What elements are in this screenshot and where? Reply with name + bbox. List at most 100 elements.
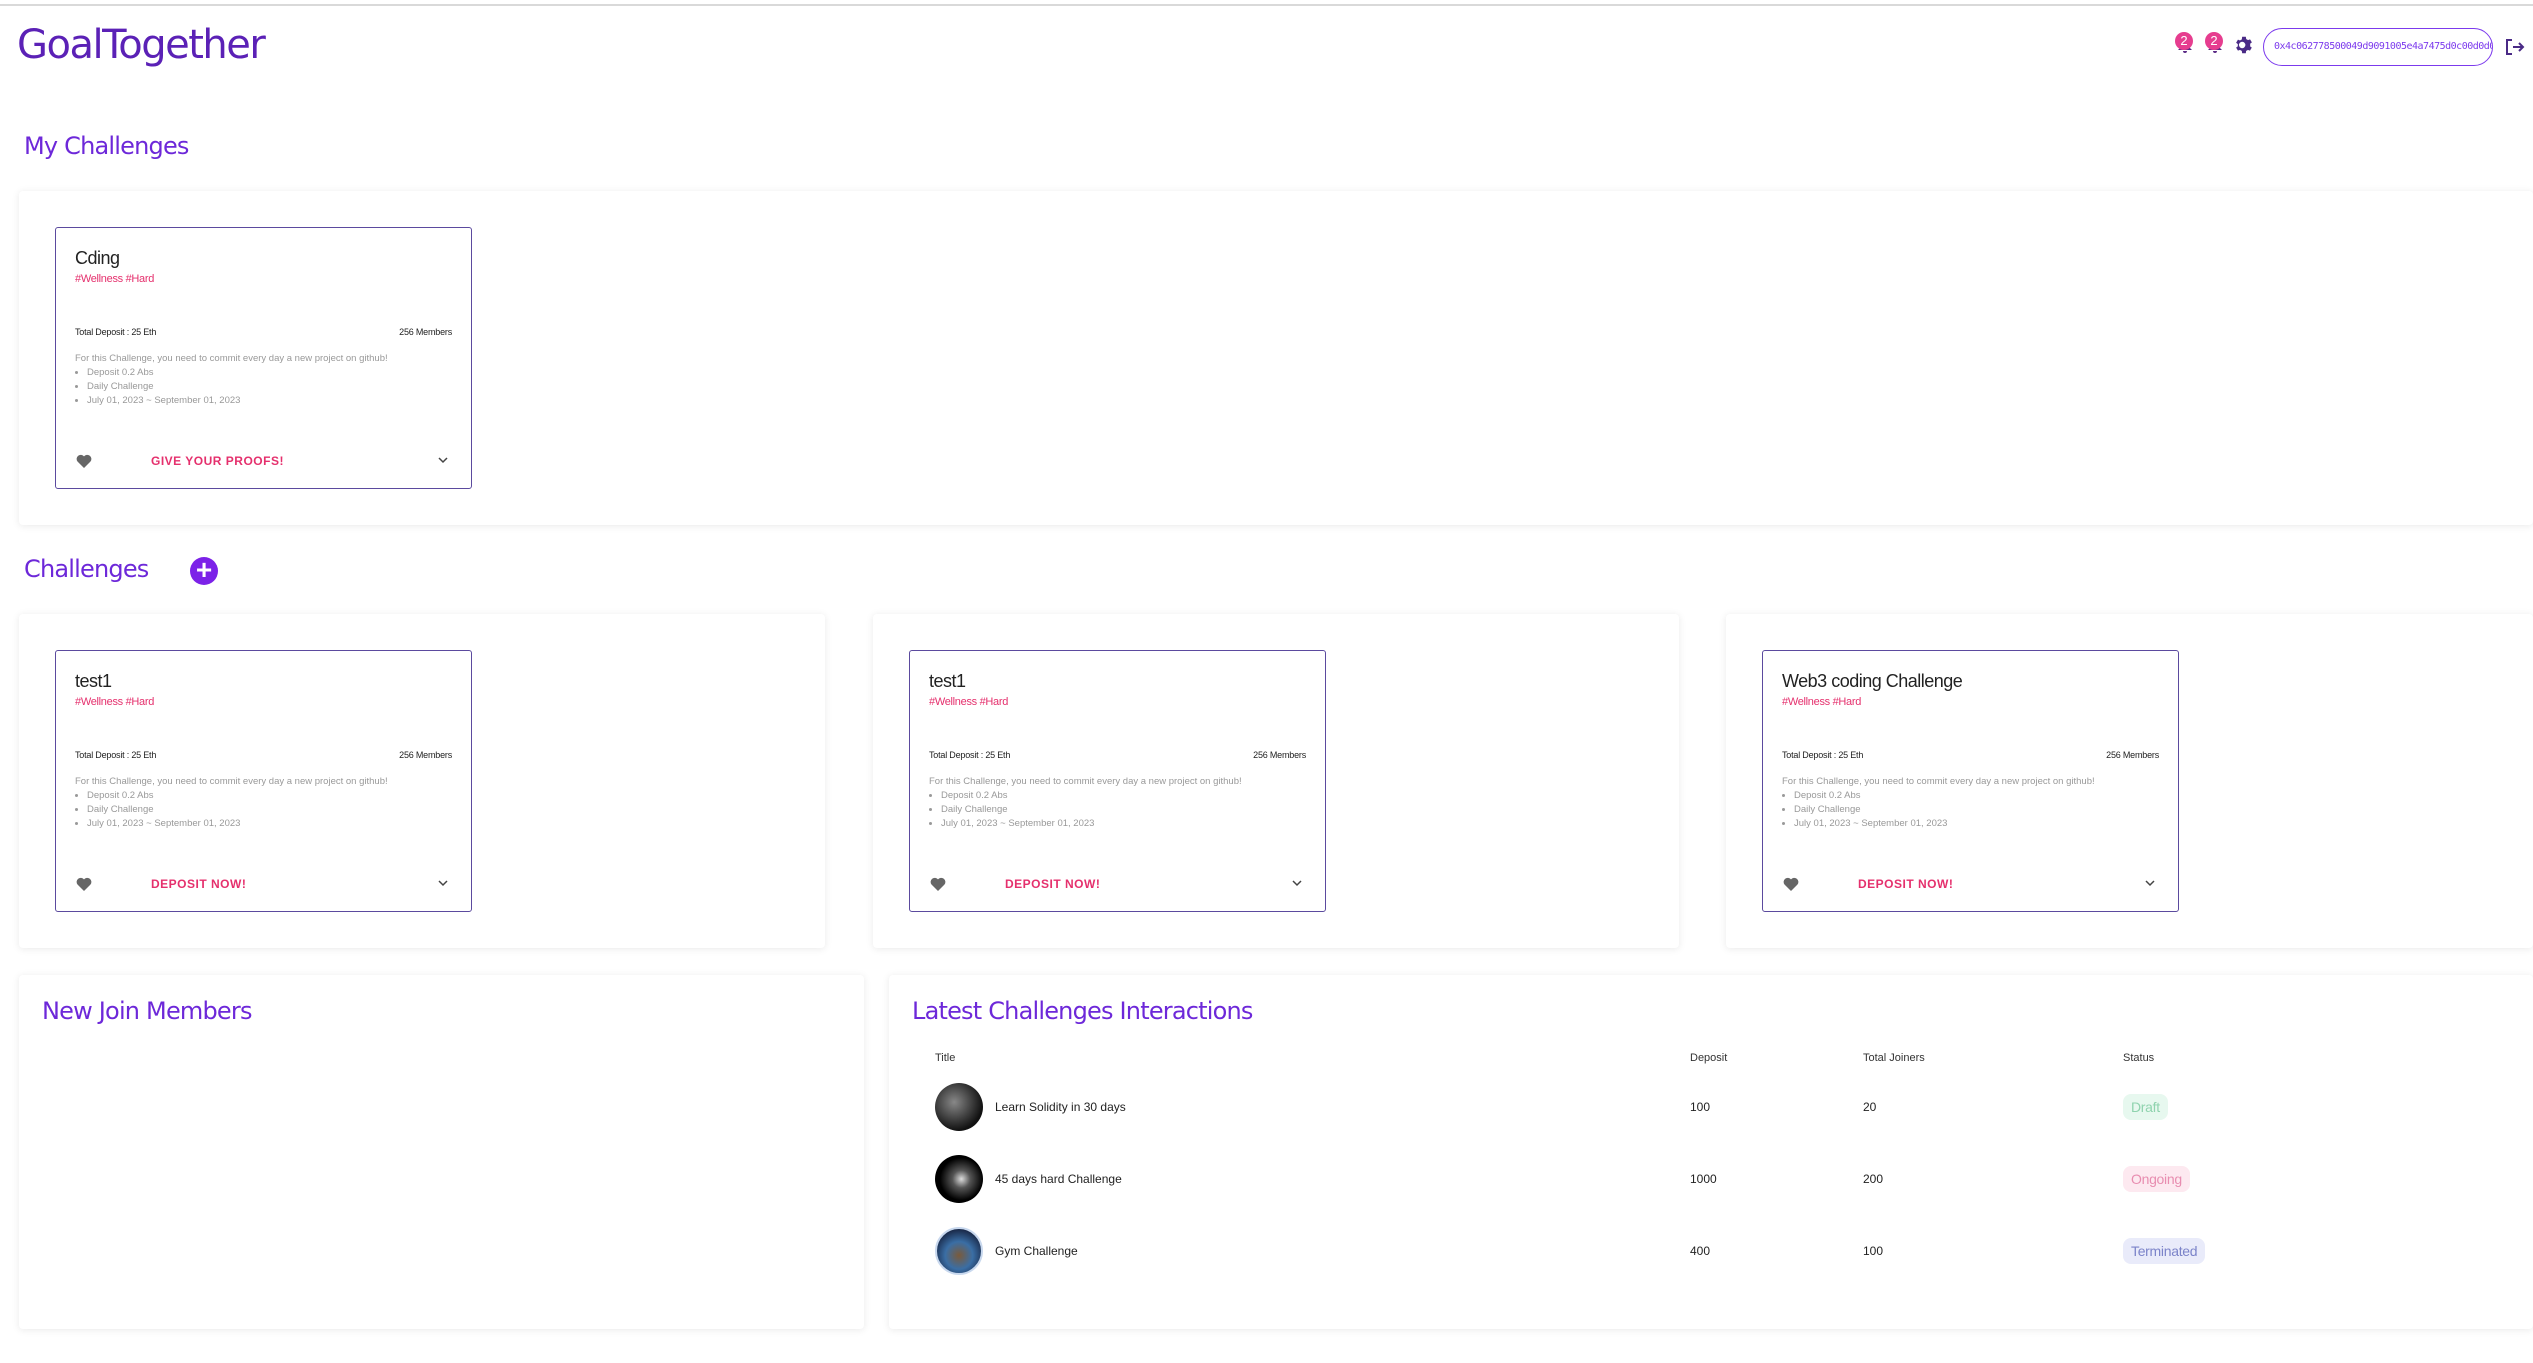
row-joiners: 20 [1863, 1100, 1877, 1114]
row-joiners: 100 [1863, 1244, 1884, 1258]
notification-badge: 2 [2205, 32, 2223, 50]
new-join-members-panel: New Join Members [19, 975, 864, 1329]
deposit-now-button[interactable]: DEPOSIT NOW! [1005, 877, 1100, 891]
card-total-deposit: Total Deposit : 25 Eth [929, 750, 1011, 760]
card-tags: #Wellness #Hard [929, 696, 1009, 708]
card-bullet: July 01, 2023 ~ September 01, 2023 [1794, 817, 2162, 831]
challenges-title: Challenges [24, 555, 149, 583]
card-bullets: Deposit 0.2 Abs Daily Challenge July 01,… [87, 789, 455, 831]
challenge-card[interactable]: Web3 coding Challenge #Wellness #Hard To… [1762, 650, 2179, 912]
challenge-panel-1: test1 #Wellness #Hard Total Deposit : 25… [19, 614, 825, 948]
card-bullet: Daily Challenge [1794, 803, 2162, 817]
status-badge: Draft [2123, 1094, 2168, 1120]
challenge-card[interactable]: Cding #Wellness #Hard Total Deposit : 25… [55, 227, 472, 489]
card-bullet: Deposit 0.2 Abs [87, 789, 455, 803]
latest-interactions-title: Latest Challenges Interactions [912, 997, 1253, 1025]
card-description: For this Challenge, you need to commit e… [75, 775, 455, 831]
card-tags: #Wellness #Hard [75, 273, 155, 285]
challenge-card[interactable]: test1 #Wellness #Hard Total Deposit : 25… [55, 650, 472, 912]
add-challenge-button[interactable]: + [190, 556, 218, 585]
challenge-avatar [935, 1155, 983, 1203]
table-row[interactable]: 45 days hard Challenge 1000 200 Ongoing [935, 1143, 2323, 1215]
app-logo[interactable]: GoalTogether [17, 22, 266, 68]
card-bullet: July 01, 2023 ~ September 01, 2023 [941, 817, 1309, 831]
card-title: test1 [929, 671, 966, 691]
row-deposit: 100 [1690, 1100, 1711, 1114]
table-row[interactable]: Learn Solidity in 30 days 100 20 Draft [935, 1071, 2323, 1143]
heart-icon[interactable] [930, 877, 946, 891]
card-bullet: Daily Challenge [941, 803, 1309, 817]
challenge-card[interactable]: test1 #Wellness #Hard Total Deposit : 25… [909, 650, 1326, 912]
deposit-now-button[interactable]: DEPOSIT NOW! [151, 877, 246, 891]
row-title: 45 days hard Challenge [995, 1172, 1122, 1186]
chevron-down-icon[interactable] [437, 454, 449, 466]
challenge-avatar [935, 1083, 983, 1131]
card-description-text: For this Challenge, you need to commit e… [929, 776, 1242, 787]
row-title: Learn Solidity in 30 days [995, 1100, 1126, 1114]
heart-icon[interactable] [76, 454, 92, 468]
notification-badge: 2 [2175, 32, 2193, 50]
status-badge: Ongoing [2123, 1166, 2190, 1192]
card-bullets: Deposit 0.2 Abs Daily Challenge July 01,… [1794, 789, 2162, 831]
card-description: For this Challenge, you need to commit e… [1782, 775, 2162, 831]
card-bullet: July 01, 2023 ~ September 01, 2023 [87, 394, 455, 408]
card-total-deposit: Total Deposit : 25 Eth [75, 327, 157, 337]
status-badge: Terminated [2123, 1238, 2206, 1264]
column-header-deposit: Deposit [1690, 1052, 1728, 1064]
card-bullet: July 01, 2023 ~ September 01, 2023 [87, 817, 455, 831]
chevron-down-icon[interactable] [2144, 877, 2156, 889]
heart-icon[interactable] [76, 877, 92, 891]
heart-icon[interactable] [1783, 877, 1799, 891]
card-total-deposit: Total Deposit : 25 Eth [1782, 750, 1864, 760]
challenge-avatar [935, 1227, 983, 1275]
row-deposit: 1000 [1690, 1172, 1717, 1186]
card-members: 256 Members [1253, 750, 1306, 760]
deposit-now-button[interactable]: DEPOSIT NOW! [1858, 877, 1953, 891]
my-challenges-panel: Cding #Wellness #Hard Total Deposit : 25… [19, 191, 2533, 525]
card-total-deposit: Total Deposit : 25 Eth [75, 750, 157, 760]
row-joiners: 200 [1863, 1172, 1884, 1186]
challenge-panel-3: Web3 coding Challenge #Wellness #Hard To… [1726, 614, 2533, 948]
header-actions: 2 2 0x4c062778500049d9091005e4a7475d0c00… [2133, 28, 2533, 68]
card-description: For this Challenge, you need to commit e… [929, 775, 1309, 831]
table-header-row: Title Deposit Total Joiners Status [935, 1045, 2323, 1071]
notification-bell-2[interactable]: 2 [2203, 30, 2227, 56]
column-header-joiners: Total Joiners [1863, 1052, 1925, 1064]
new-join-members-title: New Join Members [42, 997, 252, 1025]
my-challenges-title: My Challenges [24, 132, 189, 160]
give-proofs-button[interactable]: GIVE YOUR PROOFS! [151, 454, 284, 468]
top-divider [0, 4, 2533, 6]
card-title: Cding [75, 248, 120, 268]
card-bullet: Daily Challenge [87, 803, 455, 817]
wallet-address-button[interactable]: 0x4c062778500049d9091005e4a7475d0c00d0d0… [2263, 28, 2493, 66]
row-deposit: 400 [1690, 1244, 1711, 1258]
interactions-table: Title Deposit Total Joiners Status Learn… [935, 1045, 2323, 1287]
card-bullet: Daily Challenge [87, 380, 455, 394]
table-row[interactable]: Gym Challenge 400 100 Terminated [935, 1215, 2323, 1287]
card-title: Web3 coding Challenge [1782, 671, 1963, 691]
card-members: 256 Members [399, 327, 452, 337]
column-header-title: Title [935, 1052, 956, 1064]
card-description: For this Challenge, you need to commit e… [75, 352, 455, 408]
card-tags: #Wellness #Hard [75, 696, 155, 708]
card-bullets: Deposit 0.2 Abs Daily Challenge July 01,… [941, 789, 1309, 831]
card-members: 256 Members [399, 750, 452, 760]
challenge-panel-2: test1 #Wellness #Hard Total Deposit : 25… [873, 614, 1679, 948]
card-bullet: Deposit 0.2 Abs [1794, 789, 2162, 803]
card-bullet: Deposit 0.2 Abs [941, 789, 1309, 803]
row-title: Gym Challenge [995, 1244, 1078, 1258]
card-bullets: Deposit 0.2 Abs Daily Challenge July 01,… [87, 366, 455, 408]
card-description-text: For this Challenge, you need to commit e… [75, 353, 388, 364]
logout-icon[interactable] [2503, 36, 2525, 58]
card-members: 256 Members [2106, 750, 2159, 760]
card-tags: #Wellness #Hard [1782, 696, 1862, 708]
card-title: test1 [75, 671, 112, 691]
card-bullet: Deposit 0.2 Abs [87, 366, 455, 380]
chevron-down-icon[interactable] [437, 877, 449, 889]
chevron-down-icon[interactable] [1291, 877, 1303, 889]
column-header-status: Status [2123, 1052, 2155, 1064]
gear-icon[interactable] [2233, 34, 2255, 56]
card-description-text: For this Challenge, you need to commit e… [75, 776, 388, 787]
notification-bell-1[interactable]: 2 [2173, 30, 2197, 56]
card-description-text: For this Challenge, you need to commit e… [1782, 776, 2095, 787]
